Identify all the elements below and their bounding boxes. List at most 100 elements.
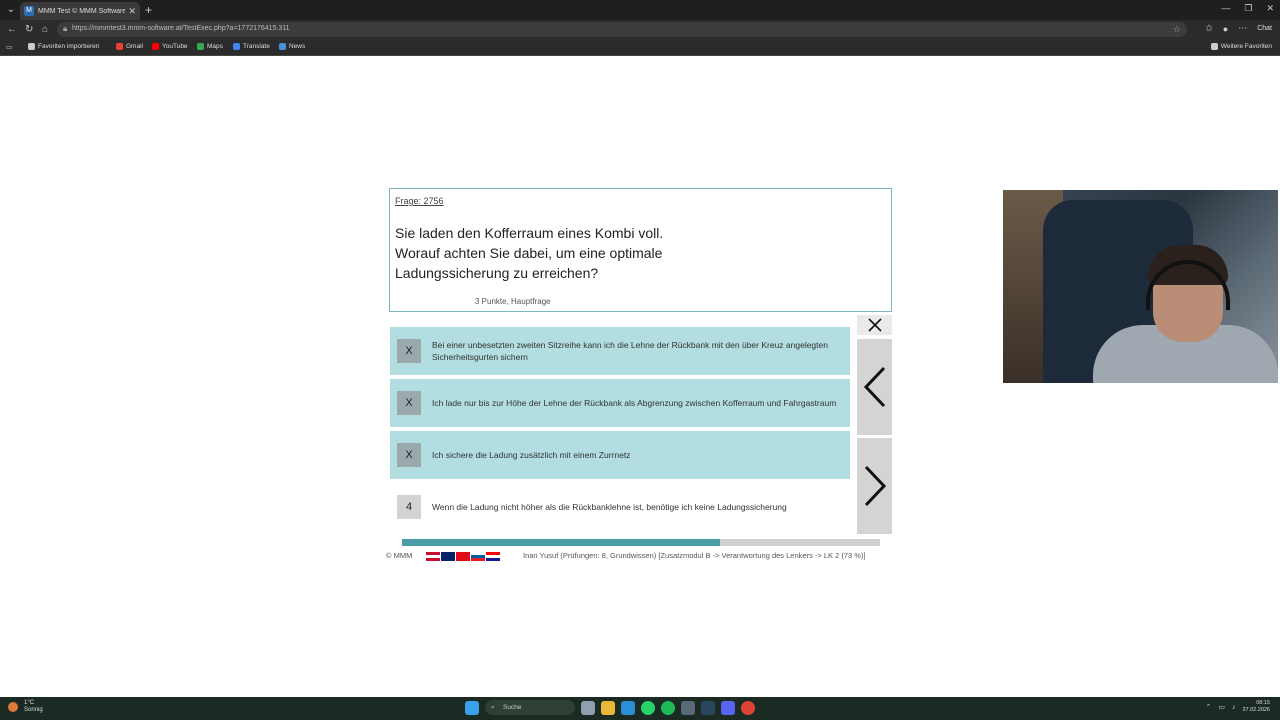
new-tab-icon[interactable]: +: [145, 2, 152, 18]
favorites-bar: ▭ Favoriten importieren Gmail YouTube Ma…: [0, 39, 1280, 56]
tab-close-icon[interactable]: ✕: [128, 6, 136, 17]
favorite-star-icon[interactable]: ☆: [1173, 24, 1181, 35]
translate-icon: [233, 43, 240, 50]
toolbar-right: ✩ ● ⋯ Chat: [1205, 23, 1272, 34]
favorite-label: YouTube: [162, 43, 188, 50]
weather-condition: Sonnig: [24, 707, 43, 713]
question-number: Frage: 2756: [395, 196, 444, 206]
answer-text: Ich sichere die Ladung zusätzlich mit ei…: [432, 450, 631, 460]
network-icon[interactable]: ▭: [1218, 703, 1225, 711]
sidebar-toggle-icon[interactable]: ▭: [6, 43, 12, 51]
answer-mark[interactable]: 4: [397, 495, 421, 519]
steam-icon[interactable]: [701, 700, 715, 715]
flag-uk-icon[interactable]: [441, 552, 455, 561]
more-favorites[interactable]: Weitere Favoriten: [1210, 43, 1272, 50]
language-flags: [426, 552, 500, 561]
sun-icon: [8, 702, 18, 712]
file-explorer-icon[interactable]: [601, 700, 615, 715]
reload-icon[interactable]: ↻: [25, 23, 33, 36]
tab-actions-icon[interactable]: ⌄: [4, 3, 18, 17]
favorite-news[interactable]: News: [279, 43, 305, 50]
volume-icon[interactable]: ♪: [1232, 704, 1236, 711]
spotify-icon[interactable]: [661, 700, 675, 715]
site-favicon-icon: M: [24, 6, 34, 16]
favorite-import[interactable]: Favoriten importieren: [28, 43, 99, 50]
favorite-youtube[interactable]: YouTube: [152, 43, 188, 50]
question-points: 3 Punkte, Hauptfrage: [475, 297, 551, 306]
back-icon[interactable]: ←: [7, 23, 17, 36]
tab-title: MMM Test © MMM Software 2026: [38, 7, 126, 15]
tray-expand-icon[interactable]: ⌃: [1205, 703, 1211, 711]
window-close-icon[interactable]: ✕: [1266, 3, 1274, 14]
page-content: Frage: 2756 Sie laden den Kofferraum ein…: [2, 57, 1278, 693]
favorite-maps[interactable]: Maps: [197, 43, 223, 50]
answer-mark[interactable]: X: [397, 443, 421, 467]
candidate-status: Inan Yusuf (Prüfungen: 8, Grundwissen) […: [523, 551, 866, 560]
progress-bar: [402, 539, 880, 546]
favorite-label: Favoriten importieren: [38, 43, 100, 50]
close-test-button[interactable]: [857, 315, 892, 335]
answer-mark[interactable]: X: [397, 339, 421, 363]
folder-icon: [28, 43, 35, 50]
lock-icon[interactable]: 🔒︎: [63, 24, 67, 34]
news-icon: [279, 43, 286, 50]
copilot-chat-button[interactable]: Chat: [1257, 25, 1272, 32]
clock-date: 27.02.2026: [1242, 707, 1270, 713]
answer-mark[interactable]: X: [397, 391, 421, 415]
search-label: Suche: [503, 704, 522, 711]
app-icon[interactable]: [681, 700, 695, 715]
task-view-icon[interactable]: [581, 700, 595, 715]
address-bar[interactable]: 🔒︎ https://mmmtest3.mmm-software.at/Test…: [57, 22, 1187, 37]
window-controls: — ❐ ✕: [1221, 3, 1274, 14]
weather-text: 1°C Sonnig: [24, 700, 43, 714]
flag-turkey-icon[interactable]: [456, 552, 470, 561]
answer-option-4[interactable]: 4 Wenn die Ladung nicht höher als die Rü…: [390, 483, 850, 531]
browser-tabbar: ⌄ M MMM Test © MMM Software 2026 ✕ + — ❐…: [0, 0, 1280, 20]
flag-slovenia-icon[interactable]: [471, 552, 485, 561]
favorite-translate[interactable]: Translate: [233, 43, 270, 50]
favorite-label: Gmail: [126, 43, 143, 50]
more-icon[interactable]: ⋯: [1238, 23, 1247, 34]
chrome-icon[interactable]: [741, 700, 755, 715]
minimize-icon[interactable]: —: [1221, 3, 1230, 14]
taskbar-apps: ⌕ Suche: [465, 700, 755, 715]
webcam-overlay: [1003, 190, 1278, 383]
browser-toolbar: ← ↻ ⌂ 🔒︎ https://mmmtest3.mmm-software.a…: [0, 20, 1280, 39]
answer-option-3[interactable]: X Ich sichere die Ladung zusätzlich mit …: [390, 431, 850, 479]
flag-croatia-icon[interactable]: [486, 552, 500, 561]
taskbar-search[interactable]: ⌕ Suche: [485, 700, 575, 715]
chevron-right-icon: [864, 465, 886, 507]
clock[interactable]: 08:15 27.02.2026: [1242, 700, 1270, 714]
system-tray: ⌃ ▭ ♪ 08:15 27.02.2026: [1205, 700, 1270, 714]
close-icon: [867, 318, 882, 332]
whatsapp-icon[interactable]: [641, 700, 655, 715]
discord-icon[interactable]: [721, 700, 735, 715]
folder-icon: [1210, 43, 1218, 50]
youtube-icon: [152, 43, 159, 50]
answer-text: Ich lade nur bis zur Höhe der Lehne der …: [432, 398, 837, 408]
answer-option-1[interactable]: X Bei einer unbesetzten zweiten Sitzreih…: [390, 327, 850, 375]
flag-austria-icon[interactable]: [426, 552, 440, 561]
favorite-label: Translate: [243, 43, 270, 50]
maximize-icon[interactable]: ❐: [1244, 3, 1252, 14]
chevron-left-icon: [863, 366, 885, 408]
question-text: Sie laden den Kofferraum eines Kombi vol…: [395, 225, 664, 281]
taskbar: 1°C Sonnig ⌕ Suche ⌃ ▭ ♪ 08:15 27.02.2026: [0, 697, 1280, 720]
start-icon[interactable]: [465, 700, 479, 715]
edge-icon[interactable]: [621, 700, 635, 715]
profile-icon[interactable]: ●: [1223, 24, 1228, 34]
maps-icon: [197, 43, 204, 50]
answer-text: Wenn die Ladung nicht höher als die Rück…: [432, 502, 787, 512]
next-question-button[interactable]: [857, 438, 892, 534]
browser-tab[interactable]: M MMM Test © MMM Software 2026 ✕: [20, 2, 140, 20]
favorite-label: Maps: [207, 43, 223, 50]
home-icon[interactable]: ⌂: [42, 23, 48, 36]
url-text[interactable]: https://mmmtest3.mmm-software.at/TestExe…: [72, 25, 290, 32]
favorites-icon[interactable]: ✩: [1205, 23, 1213, 34]
copyright-text: © MMM: [386, 551, 413, 560]
question-box: Frage: 2756 Sie laden den Kofferraum ein…: [389, 188, 892, 312]
favorite-gmail[interactable]: Gmail: [116, 43, 143, 50]
favorite-label: News: [289, 43, 306, 50]
previous-question-button[interactable]: [857, 339, 892, 435]
answer-option-2[interactable]: X Ich lade nur bis zur Höhe der Lehne de…: [390, 379, 850, 427]
